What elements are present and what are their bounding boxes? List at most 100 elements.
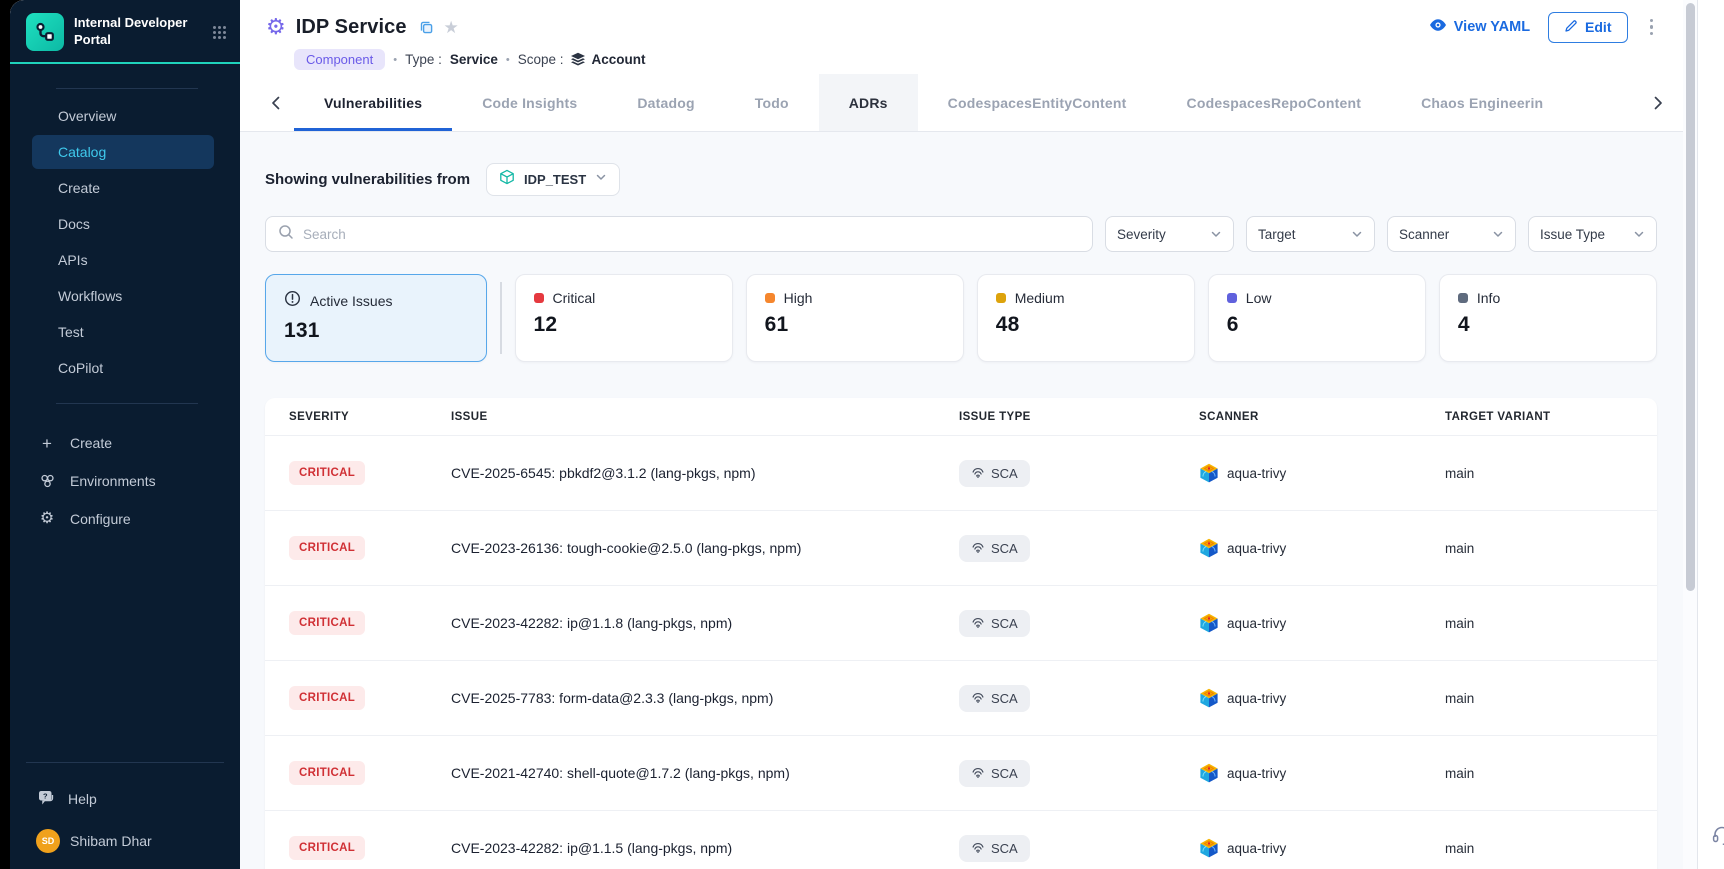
help-button[interactable]: ? Help	[10, 775, 240, 813]
sidebar-item-overview[interactable]: Overview	[32, 99, 214, 133]
stat-value: 61	[765, 313, 945, 337]
stat-card-active-issues[interactable]: Active Issues 131	[265, 274, 487, 362]
target-variant: main	[1445, 841, 1657, 856]
chevron-down-icon	[1351, 228, 1363, 240]
user-menu[interactable]: SD Shibam Dhar	[10, 829, 240, 869]
scanner-name: aqua-trivy	[1227, 616, 1286, 631]
fingerprint-icon	[971, 841, 985, 855]
tab-adrs[interactable]: ADRs	[819, 74, 918, 131]
column-header-scanner: SCANNER	[1199, 411, 1445, 423]
trivy-logo-icon	[1199, 688, 1219, 708]
right-edge-panel	[1697, 0, 1724, 869]
stat-value: 48	[996, 313, 1176, 337]
sidebar-logo-row: Internal Developer Portal	[10, 0, 240, 54]
table-row[interactable]: CRITICAL CVE-2023-42282: ip@1.1.8 (lang-…	[265, 585, 1657, 660]
title-row: ⚙ IDP Service ★	[266, 10, 1657, 44]
chevron-down-icon	[1210, 228, 1222, 240]
nav-label: Test	[58, 324, 84, 340]
avatar: SD	[36, 829, 60, 853]
filter-severity[interactable]: Severity	[1105, 216, 1234, 252]
tab-chaos-engineering[interactable]: Chaos Engineerin	[1391, 74, 1573, 131]
nav-label: Docs	[58, 216, 90, 232]
nav-label: Catalog	[58, 144, 106, 160]
table-row[interactable]: CRITICAL CVE-2025-6545: pbkdf2@3.1.2 (la…	[265, 435, 1657, 510]
sidebar-item-workflows[interactable]: Workflows	[32, 279, 214, 313]
more-menu-icon[interactable]	[1646, 15, 1658, 40]
filter-issue-type[interactable]: Issue Type	[1528, 216, 1657, 252]
stat-card-low[interactable]: Low 6	[1208, 274, 1426, 362]
stat-label: Critical	[553, 290, 596, 306]
svg-text:?: ?	[43, 791, 48, 800]
sidebar-action-environments[interactable]: Environments	[10, 462, 240, 500]
help-icon: ?	[38, 790, 56, 809]
tab-todo[interactable]: Todo	[725, 74, 819, 131]
issue-type-chip: SCA	[959, 535, 1030, 562]
nav-label: Create	[58, 180, 100, 196]
target-variant: main	[1445, 691, 1657, 706]
sidebar-item-catalog[interactable]: Catalog	[32, 135, 214, 169]
target-variant: main	[1445, 541, 1657, 556]
alert-circle-icon	[284, 290, 301, 312]
scrollbar-track[interactable]	[1683, 0, 1697, 869]
sidebar-divider	[26, 762, 224, 763]
view-yaml-button[interactable]: View YAML	[1429, 18, 1530, 36]
scrollbar-thumb[interactable]	[1686, 3, 1695, 591]
tab-code-insights[interactable]: Code Insights	[452, 74, 607, 131]
showing-label: Showing vulnerabilities from	[265, 171, 470, 188]
tab-vulnerabilities[interactable]: Vulnerabilities	[294, 74, 452, 131]
tab-datadog[interactable]: Datadog	[607, 74, 724, 131]
sidebar-divider	[56, 88, 198, 89]
sidebar-item-create[interactable]: Create	[32, 171, 214, 205]
tabs-scroll-left-icon[interactable]	[256, 74, 294, 131]
stat-value: 4	[1458, 313, 1638, 337]
issue-title: CVE-2023-26136: tough-cookie@2.5.0 (lang…	[451, 540, 959, 556]
apps-grid-icon[interactable]	[210, 23, 228, 41]
stat-card-critical[interactable]: Critical 12	[515, 274, 733, 362]
project-selector[interactable]: IDP_TEST	[486, 163, 620, 196]
trivy-logo-icon	[1199, 613, 1219, 633]
search-input[interactable]	[303, 227, 1080, 242]
sidebar-action-configure[interactable]: ⚙ Configure	[10, 500, 240, 538]
sidebar-item-copilot[interactable]: CoPilot	[32, 351, 214, 385]
table-row[interactable]: CRITICAL CVE-2023-26136: tough-cookie@2.…	[265, 510, 1657, 585]
table-row[interactable]: CRITICAL CVE-2021-42740: shell-quote@1.7…	[265, 735, 1657, 810]
layers-icon	[570, 52, 586, 66]
sidebar-item-apis[interactable]: APIs	[32, 243, 214, 277]
issue-type-chip: SCA	[959, 685, 1030, 712]
sidebar-item-test[interactable]: Test	[32, 315, 214, 349]
edit-button[interactable]: Edit	[1548, 12, 1627, 43]
tab-codespaces-repo-content[interactable]: CodespacesRepoContent	[1157, 74, 1392, 131]
filter-scanner[interactable]: Scanner	[1387, 216, 1516, 252]
star-icon[interactable]: ★	[444, 19, 459, 36]
sidebar-action-create[interactable]: + Create	[10, 424, 240, 462]
issue-type-label: SCA	[991, 616, 1018, 631]
table-row[interactable]: CRITICAL CVE-2025-7783: form-data@2.3.3 …	[265, 660, 1657, 735]
tab-codespaces-entity-content[interactable]: CodespacesEntityContent	[918, 74, 1157, 131]
filter-label: Issue Type	[1540, 227, 1605, 242]
issue-type-label: SCA	[991, 466, 1018, 481]
stat-card-medium[interactable]: Medium 48	[977, 274, 1195, 362]
support-headset-icon[interactable]	[1711, 824, 1724, 851]
table-row[interactable]: CRITICAL CVE-2023-42282: ip@1.1.5 (lang-…	[265, 810, 1657, 869]
sidebar-item-docs[interactable]: Docs	[32, 207, 214, 241]
component-badge[interactable]: Component	[294, 49, 385, 70]
stat-card-info[interactable]: Info 4	[1439, 274, 1657, 362]
tabs-scroll-right-icon[interactable]	[1639, 74, 1677, 131]
copy-icon[interactable]	[419, 20, 434, 35]
entity-meta-row: Component Type : Service Scope : Account	[266, 44, 1657, 74]
header-actions: View YAML Edit	[1429, 12, 1657, 43]
stat-label: Info	[1477, 290, 1500, 306]
severity-dot-critical	[534, 293, 544, 303]
filter-row: Severity Target Scanner Issue Type	[265, 216, 1657, 252]
view-yaml-label: View YAML	[1454, 19, 1530, 35]
help-label: Help	[68, 791, 97, 807]
scope-value: Account	[592, 52, 646, 67]
column-header-issue: ISSUE	[451, 411, 959, 423]
app-window: Internal Developer Portal Overview Catal…	[10, 0, 1724, 869]
stat-card-high[interactable]: High 61	[746, 274, 964, 362]
fingerprint-icon	[971, 766, 985, 780]
edit-label: Edit	[1585, 19, 1611, 35]
chevron-down-icon	[595, 170, 607, 188]
stat-label: Medium	[1015, 290, 1065, 306]
filter-target[interactable]: Target	[1246, 216, 1375, 252]
